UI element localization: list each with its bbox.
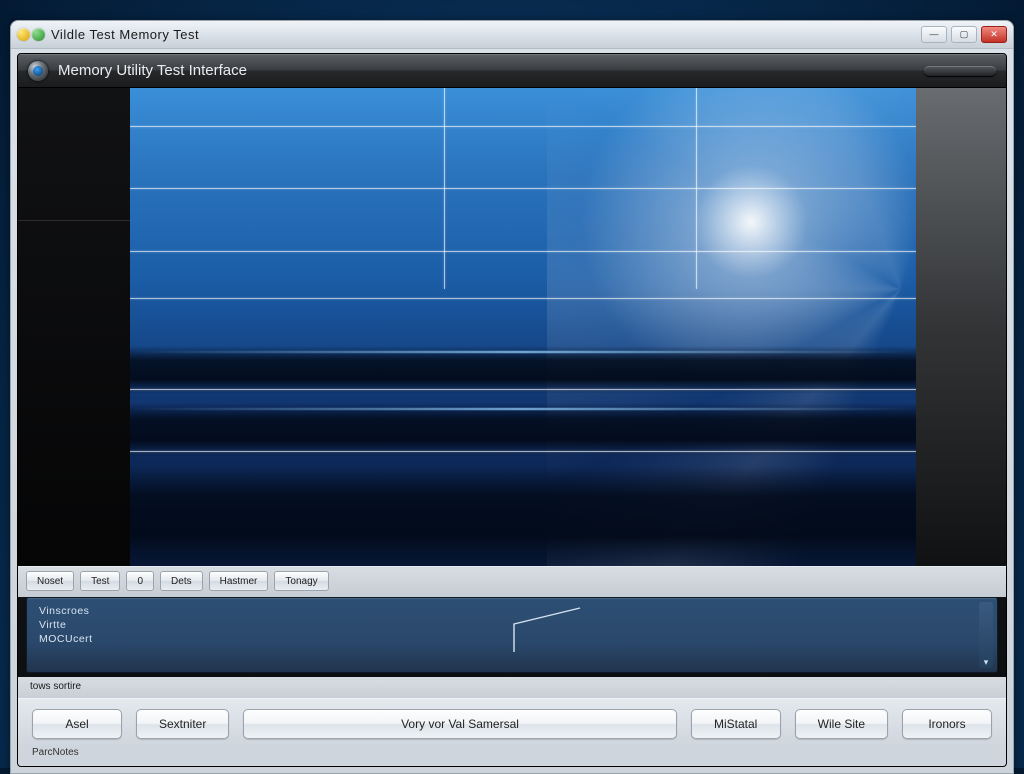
info-line-1: Vinscroes <box>39 604 985 618</box>
app-icons <box>17 28 45 41</box>
test-grid <box>130 88 916 566</box>
viewport-row <box>18 88 1006 566</box>
app-logo-icon <box>28 61 48 81</box>
button-bar: Asel Sextniter Vory vor Val Samersal MiS… <box>18 698 1006 747</box>
tab-strip: Noset Test 0 Dets Hastmer Tonagy <box>18 566 1006 597</box>
tab-zero[interactable]: 0 <box>126 571 154 591</box>
maximize-button[interactable]: ▢ <box>951 26 977 43</box>
button-label: Vory vor Val Samersal <box>401 717 519 731</box>
button-label: Sextniter <box>159 717 206 731</box>
button-label: Ironors <box>928 717 965 731</box>
button-label: Wile Site <box>818 717 865 731</box>
button-label: Asel <box>65 717 88 731</box>
tab-label: Dets <box>171 576 192 587</box>
test-viewport[interactable] <box>130 88 916 566</box>
info-line-2: Virtte <box>39 618 985 632</box>
tab-label: Tonagy <box>285 576 317 587</box>
ironors-button[interactable]: Ironors <box>902 709 992 739</box>
button-label: MiStatal <box>714 717 757 731</box>
info-scrollbar[interactable] <box>979 602 993 668</box>
tab-label: Test <box>91 576 109 587</box>
tab-dets[interactable]: Dets <box>160 571 203 591</box>
samersal-button[interactable]: Vory vor Val Samersal <box>243 709 676 739</box>
memory-test-canvas <box>130 88 916 566</box>
footer-line: ParcNotes <box>18 747 1006 766</box>
tab-test[interactable]: Test <box>80 571 120 591</box>
tab-label: 0 <box>137 576 143 587</box>
tab-noset[interactable]: Noset <box>26 571 74 591</box>
window-controls: — ▢ ✕ <box>921 26 1007 43</box>
tab-hastmer[interactable]: Hastmer <box>209 571 269 591</box>
info-panel: Vinscroes Virtte MOCUcert <box>26 597 998 673</box>
app-frame: Memory Utility Test Interface <box>17 53 1007 767</box>
titlebar: Vildle Test Memory Test — ▢ ✕ <box>11 21 1013 49</box>
sextniter-button[interactable]: Sextniter <box>136 709 229 739</box>
wile-site-button[interactable]: Wile Site <box>795 709 888 739</box>
status-line: tows sortire <box>18 677 1006 698</box>
header-accent-strip <box>924 66 996 76</box>
left-gutter <box>18 88 130 566</box>
tab-tonagy[interactable]: Tonagy <box>274 571 328 591</box>
window-title: Vildle Test Memory Test <box>51 27 199 42</box>
tab-label: Noset <box>37 576 63 587</box>
app-header-title: Memory Utility Test Interface <box>58 62 247 79</box>
app-icon-2 <box>32 28 45 41</box>
maximize-icon: ▢ <box>960 30 969 39</box>
close-button[interactable]: ✕ <box>981 26 1007 43</box>
app-icon-1 <box>17 28 30 41</box>
minimize-button[interactable]: — <box>921 26 947 43</box>
minimize-icon: — <box>930 30 939 39</box>
status-label: tows sortire <box>30 681 81 692</box>
app-header: Memory Utility Test Interface <box>18 54 1006 88</box>
mistatal-button[interactable]: MiStatal <box>691 709 781 739</box>
close-icon: ✕ <box>990 30 998 39</box>
info-line-3: MOCUcert <box>39 632 985 646</box>
asel-button[interactable]: Asel <box>32 709 122 739</box>
right-gutter <box>916 88 1006 566</box>
tab-label: Hastmer <box>220 576 258 587</box>
app-window: Vildle Test Memory Test — ▢ ✕ Memory Uti… <box>10 20 1014 774</box>
footer-label: ParcNotes <box>32 747 79 758</box>
